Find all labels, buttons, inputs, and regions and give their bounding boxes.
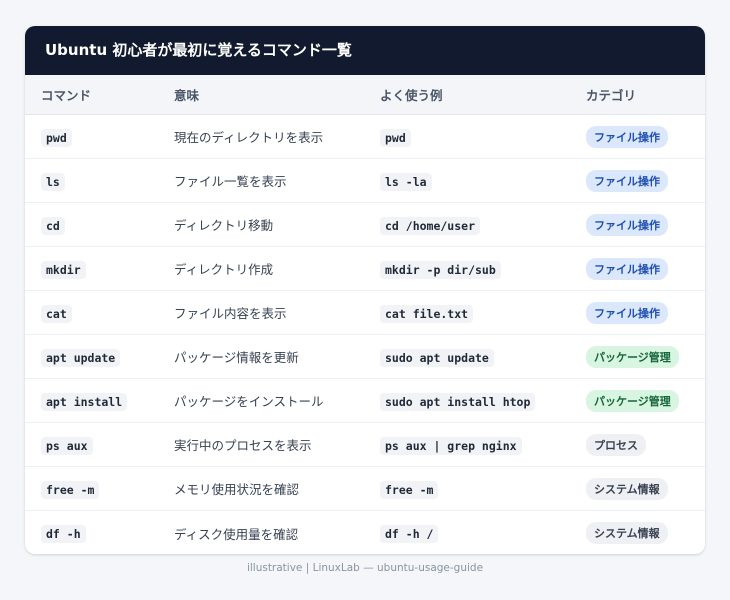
cell-example: cd /home/user [364,215,569,235]
command-code: cat [41,304,72,323]
table-row: pwd 現在のディレクトリを表示 pwd ファイル操作 [25,115,705,159]
column-header-meaning: 意味 [174,88,200,103]
example-code: sudo apt update [380,348,494,367]
category-badge: パッケージ管理 [586,345,679,368]
cell-meaning: メモリ使用状況を確認 [158,479,364,498]
category-badge: プロセス [586,433,646,456]
table-row: free -m メモリ使用状況を確認 free -m システム情報 [25,467,705,511]
example-code: cd /home/user [380,216,481,235]
footer-credit: illustrative | LinuxLab — ubuntu-usage-g… [246,562,484,574]
meaning-text: パッケージ情報を更新 [174,350,299,365]
cell-meaning: パッケージをインストール [158,391,364,410]
cell-command: ls [25,171,158,191]
table-row: ls ファイル一覧を表示 ls -la ファイル操作 [25,159,705,203]
category-badge: ファイル操作 [586,257,668,280]
cell-example: ls -la [364,171,569,191]
example-code: cat file.txt [380,304,474,323]
meaning-text: ファイル内容を表示 [174,306,287,321]
example-code: free -m [380,480,439,499]
cell-meaning: パッケージ情報を更新 [158,347,364,366]
meaning-text: パッケージをインストール [174,394,324,409]
meaning-text: 実行中のプロセスを表示 [174,438,312,453]
meaning-text: ディレクトリ移動 [174,218,274,233]
category-badge: ファイル操作 [586,125,668,148]
category-badge: ファイル操作 [586,169,668,192]
cell-command: apt update [25,347,158,367]
cell-command: ps aux [25,435,158,455]
cell-category: パッケージ管理 [569,345,705,368]
example-code: ls -la [380,172,432,191]
table-row: ps aux 実行中のプロセスを表示 ps aux | grep nginx プロセス [25,423,705,467]
card-title: Ubuntu 初心者が最初に覚えるコマンド一覧 [25,26,705,75]
cell-category: ファイル操作 [569,301,705,324]
cell-category: ファイル操作 [569,213,705,236]
command-code: df -h [41,525,86,543]
category-badge: システム情報 [586,477,668,500]
command-code: pwd [41,128,72,147]
meaning-text: 現在のディレクトリを表示 [174,130,324,145]
command-code: apt install [41,392,128,411]
cell-example: df -h / [364,523,569,543]
column-header-category: カテゴリ [586,88,637,103]
command-code: ps aux [41,436,93,455]
meaning-text: メモリ使用状況を確認 [174,482,300,497]
example-code: sudo apt install htop [380,392,536,411]
example-code: df -h / [380,525,439,543]
cell-example: mkdir -p dir/sub [364,259,569,279]
table-row: apt update パッケージ情報を更新 sudo apt update パッケージ… [25,335,705,379]
cell-command: df -h [25,523,158,543]
example-code: ps aux | grep nginx [380,436,522,455]
meaning-text: ファイル一覧を表示 [174,174,287,189]
cell-command: free -m [25,479,158,499]
cell-category: システム情報 [569,522,705,544]
cell-category: ファイル操作 [569,169,705,192]
cell-command: apt install [25,391,158,411]
cell-example: pwd [364,127,569,147]
meaning-text: ディレクトリ作成 [174,262,274,277]
category-badge: システム情報 [586,522,668,544]
cell-example: sudo apt update [364,347,569,367]
cell-meaning: ファイル一覧を表示 [158,171,364,190]
command-code: ls [41,172,65,191]
cell-command: pwd [25,127,158,147]
command-code: apt update [41,348,121,367]
table-body: pwd 現在のディレクトリを表示 pwd ファイル操作 ls ファイル一覧を表示 ls -l… [25,115,705,554]
table-row: apt install パッケージをインストール sudo apt install … [25,379,705,423]
table-row: cat ファイル内容を表示 cat file.txt ファイル操作 [25,291,705,335]
cell-meaning: 実行中のプロセスを表示 [158,435,364,454]
table-row: df -h ディスク使用量を確認 df -h / システム情報 [25,511,705,554]
cell-meaning: ディスク使用量を確認 [158,524,364,543]
command-code: cd [41,216,65,235]
column-header-example: よく使う例 [380,88,443,103]
cell-meaning: ファイル内容を表示 [158,303,364,322]
category-badge: パッケージ管理 [586,389,679,412]
cell-example: cat file.txt [364,303,569,323]
cell-meaning: 現在のディレクトリを表示 [158,127,364,146]
cell-command: cat [25,303,158,323]
cell-category: ファイル操作 [569,257,705,280]
command-code: mkdir [41,260,86,279]
cell-meaning: ディレクトリ作成 [158,259,364,278]
meaning-text: ディスク使用量を確認 [174,526,299,542]
table-row: mkdir ディレクトリ作成 mkdir -p dir/sub ファイル操作 [25,247,705,291]
cell-category: ファイル操作 [569,125,705,148]
cell-category: パッケージ管理 [569,389,705,412]
cell-command: cd [25,215,158,235]
table-header: コマンド 意味 よく使う例 カテゴリ [25,75,705,115]
category-badge: ファイル操作 [586,301,668,324]
example-code: mkdir -p dir/sub [380,260,501,279]
column-header-command: コマンド [41,88,92,103]
cell-category: プロセス [569,433,705,456]
example-code: pwd [380,128,411,147]
cell-example: sudo apt install htop [364,391,569,411]
cell-command: mkdir [25,259,158,279]
command-table-card: Ubuntu 初心者が最初に覚えるコマンド一覧 コマンド 意味 よく使う例 カテ… [25,26,705,554]
table-row: cd ディレクトリ移動 cd /home/user ファイル操作 [25,203,705,247]
cell-example: free -m [364,479,569,499]
category-badge: ファイル操作 [586,213,668,236]
cell-meaning: ディレクトリ移動 [158,215,364,234]
command-code: free -m [41,480,100,499]
cell-category: システム情報 [569,477,705,500]
cell-example: ps aux | grep nginx [364,435,569,455]
